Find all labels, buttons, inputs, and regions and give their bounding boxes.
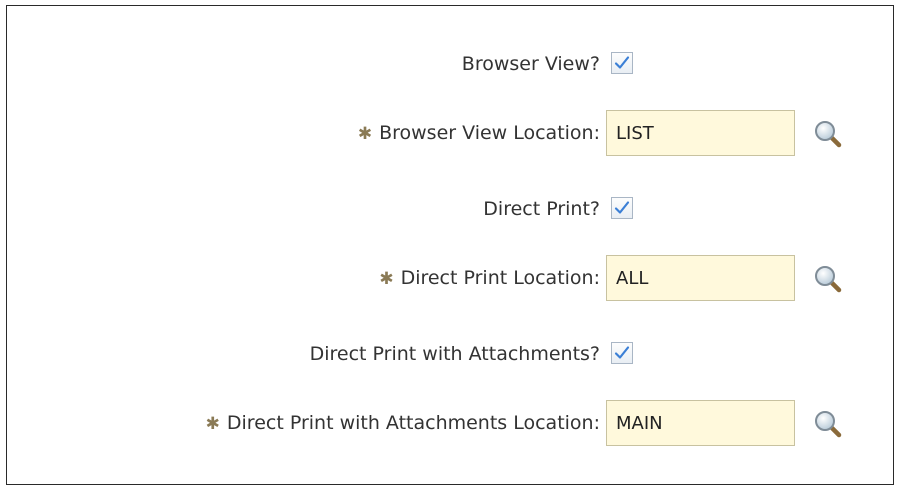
browser-view-location-row: ✱ Browser View Location: [7,107,895,159]
direct-print-attachments-location-label: ✱ Direct Print with Attachments Location: [206,397,600,449]
print-options-panel: Browser View? ✱ Browser View Location: L… [6,5,894,485]
checkmark-icon [614,56,630,69]
browser-view-row: Browser View? [7,38,895,90]
direct-print-location-lookup-button[interactable] [813,264,843,294]
direct-print-checkbox[interactable] [611,197,633,219]
direct-print-attachments-label: Direct Print with Attachments? [309,343,600,365]
direct-print-location-label: ✱ Direct Print Location: [379,252,600,304]
direct-print-location-input[interactable] [606,255,795,301]
direct-print-row: Direct Print? [7,183,895,235]
browser-view-location-label: ✱ Browser View Location: [358,107,600,159]
direct-print-location-row: ✱ Direct Print Location: [7,252,895,304]
magnifier-icon [815,266,842,293]
direct-print-label: Direct Print? [483,198,600,220]
browser-view-checkbox[interactable] [611,52,633,74]
checkmark-icon [614,346,630,359]
checkmark-icon [614,201,630,214]
required-marker: ✱ [205,414,220,434]
browser-view-label: Browser View? [461,53,600,75]
direct-print-attachments-location-label-text: Direct Print with Attachments Location: [226,412,600,434]
direct-print-attachments-location-row: ✱ Direct Print with Attachments Location: [7,397,895,449]
magnifier-icon [815,411,842,438]
required-marker: ✱ [357,124,373,144]
direct-print-location-label-text: Direct Print Location: [400,267,600,289]
direct-print-attachments-location-input[interactable] [606,400,795,446]
browser-view-location-label-text: Browser View Location: [379,122,600,144]
browser-view-location-input[interactable] [606,110,795,156]
direct-print-attachments-row: Direct Print with Attachments? [7,328,895,380]
direct-print-attachments-location-lookup-button[interactable] [813,409,843,439]
magnifier-icon [815,121,842,148]
required-marker: ✱ [379,269,394,289]
direct-print-attachments-checkbox[interactable] [611,342,633,364]
browser-view-location-lookup-button[interactable] [813,119,843,149]
